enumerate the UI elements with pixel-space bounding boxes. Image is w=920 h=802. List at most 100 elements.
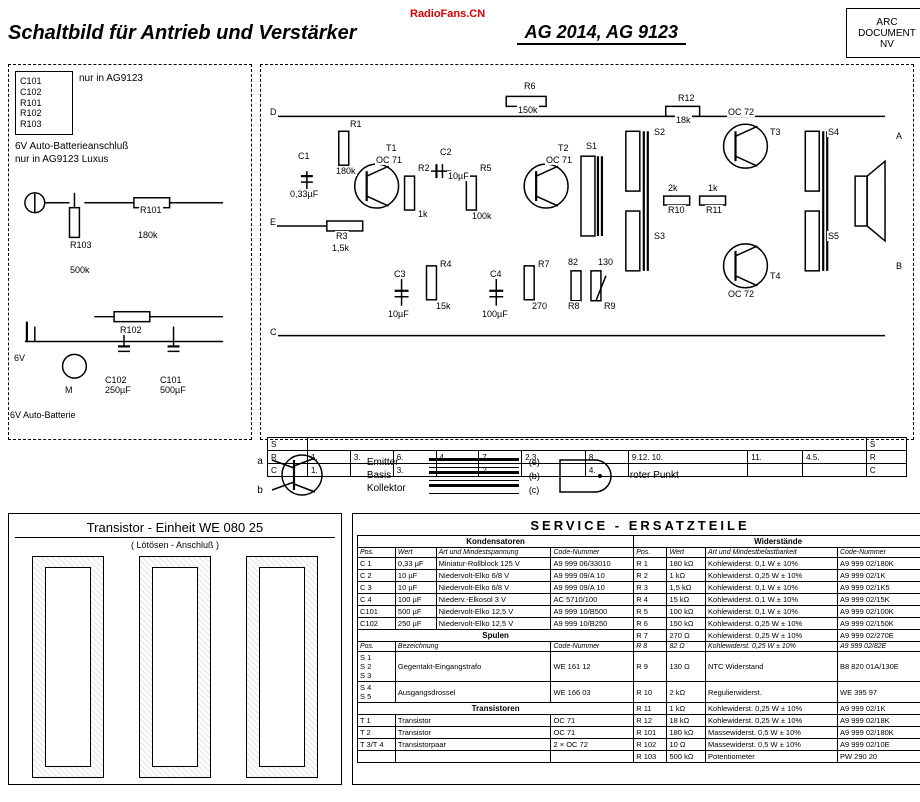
node-c: C (269, 327, 278, 337)
stripe-cell: 11. (748, 451, 803, 464)
stripe-cell: S (866, 438, 906, 451)
stripe-cell: 9.12. 10. (628, 451, 747, 464)
pcb-view-2 (139, 556, 211, 778)
corner-box: ARC DOCUMENT NV (846, 8, 920, 58)
list-item: C101 (20, 76, 68, 87)
col-pos: Pos. (358, 548, 396, 558)
c102-label: C102 (104, 375, 128, 385)
s1-label: S1 (585, 141, 598, 151)
r7-value: 270 (531, 301, 548, 311)
drive-schematic (15, 167, 233, 397)
caps-header: Kondensatoren (358, 536, 634, 548)
col-code: Code-Nummer (551, 548, 634, 558)
node-d: D (269, 107, 278, 117)
r8-label: R8 (567, 301, 581, 311)
transistor-unit-title: Transistor - Einheit WE 080 25 (15, 520, 335, 538)
r3-label: R3 (335, 231, 349, 241)
component-list-box: C101 C102 R101 R102 R103 (15, 71, 73, 135)
c101-label: C101 (159, 375, 183, 385)
r12-value: 18k (675, 115, 692, 125)
c4-label: C4 (489, 269, 503, 279)
r2-label: R2 (417, 163, 431, 173)
schematic-row: C101 C102 R101 R102 R103 nur in AG9123 6… (8, 64, 920, 440)
list-item: C102 (20, 87, 68, 98)
stripe-cell: 1. (308, 464, 351, 477)
t1-type: OC 71 (375, 155, 403, 165)
page-title: Schaltbild für Antrieb und Verstärker (8, 22, 357, 45)
r5-label: R5 (479, 163, 493, 173)
battery-note-2: nur in AG9123 Luxus (15, 154, 245, 165)
stripe-cell: R (866, 451, 906, 464)
r7-label: R7 (537, 259, 551, 269)
stripe-cell: 3. (350, 451, 393, 464)
res-header: Widerstände (634, 536, 920, 548)
model-numbers: AG 2014, AG 9123 (517, 22, 686, 45)
pcb-view-3 (246, 556, 318, 778)
col-art: Art und Mindestspannung (436, 548, 551, 558)
r4-label: R4 (439, 259, 453, 269)
col-art-w: Art und Mindestbelastbarkeit (706, 548, 838, 558)
component-strip-table: S S R 1. 3. 6. 4. 7. 2.3. 8. 9.12. 10. 1… (267, 437, 907, 477)
r4-value: 15k (435, 301, 452, 311)
r6-value: 150k (517, 105, 539, 115)
legend-b: b (257, 485, 263, 496)
r2-value: 1k (417, 209, 429, 219)
stripe-cell: 3. (393, 464, 436, 477)
col-wert: Wert (395, 548, 436, 558)
t3-label: T3 (769, 127, 782, 137)
r1-label: R1 (349, 119, 363, 129)
r102-label: R102 (119, 325, 143, 335)
r9-value: 130 (597, 257, 614, 267)
r6-label: R6 (523, 81, 537, 91)
r11-value: 1k (707, 183, 719, 193)
t3-type: OC 72 (727, 107, 755, 117)
stripe-cell: 7. (479, 451, 522, 464)
c3-value: 10µF (387, 309, 410, 319)
list-item: R102 (20, 108, 68, 119)
stripe-cell: 4. (436, 451, 479, 464)
stripe-cell: S (268, 438, 308, 451)
s5-label: S5 (827, 231, 840, 241)
c2-value: 10µF (447, 171, 470, 181)
amplifier-schematic (267, 71, 895, 371)
stripe-cell: 4. (585, 464, 628, 477)
s2-label: S2 (653, 127, 666, 137)
service-title: SERVICE - ERSATZTEILE (357, 518, 920, 533)
col-code: Code-Nummer (838, 548, 920, 558)
r3-value: 1,5k (331, 243, 350, 253)
stripe-cell: 8. (585, 451, 628, 464)
list-item: R101 (20, 98, 68, 109)
corner-text-1: ARC (876, 17, 897, 28)
t2-label: T2 (557, 143, 570, 153)
corner-text-3: NV (880, 39, 894, 50)
c1-label: C1 (297, 151, 311, 161)
motor-label: M (64, 385, 74, 395)
only-in-note: nur in AG9123 (79, 73, 143, 137)
r9-label: R9 (603, 301, 617, 311)
r10-label: R10 (667, 205, 686, 215)
r5-value: 100k (471, 211, 493, 221)
service-parts-box: SERVICE - ERSATZTEILE Kondensatoren Wide… (352, 513, 920, 785)
batt-6v: 6V (13, 353, 26, 363)
stripe-cell: C (268, 464, 308, 477)
transistor-unit-box: Transistor - Einheit WE 080 25 ( Lötösen… (8, 513, 342, 785)
node-a: A (895, 131, 903, 141)
batt-label: 6V Auto-Batterie (9, 410, 77, 420)
battery-note-1: 6V Auto-Batterieanschluß (15, 141, 245, 152)
t4-type: OC 72 (727, 289, 755, 299)
r103-value: 500k (69, 265, 91, 275)
corner-text-2: DOCUMENT (858, 28, 916, 39)
transistor-unit-subtitle: ( Lötösen - Anschluß ) (15, 540, 335, 550)
list-item: R103 (20, 119, 68, 130)
t4-label: T4 (769, 271, 782, 281)
stripe-cell: 4.5. (803, 451, 867, 464)
r8-value: 82 (567, 257, 579, 267)
t1-label: T1 (385, 143, 398, 153)
r12-label: R12 (677, 93, 696, 103)
legend-kollektor: Kollektor (367, 483, 427, 494)
lower-row: Transistor - Einheit WE 080 25 ( Lötösen… (8, 513, 920, 785)
c3-label: C3 (393, 269, 407, 279)
stripe-cell: 6. (393, 451, 436, 464)
parts-table: Kondensatoren Widerstände Pos. Wert Art … (357, 535, 920, 763)
t2-type: OC 71 (545, 155, 573, 165)
